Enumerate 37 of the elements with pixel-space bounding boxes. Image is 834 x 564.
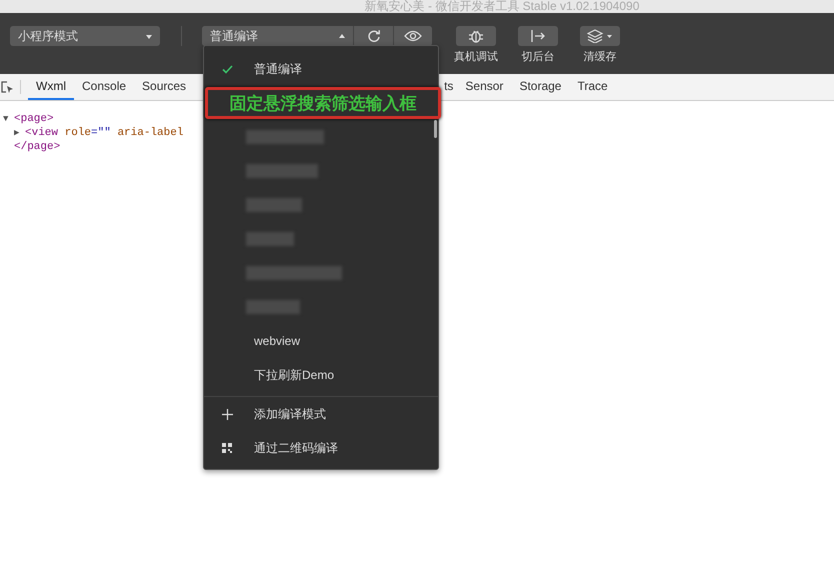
code-line: <page>: [14, 112, 54, 126]
eye-icon: [404, 30, 422, 42]
menu-item[interactable]: webview: [204, 324, 432, 358]
toolbar-label: 切后台: [522, 50, 554, 64]
tab[interactable]: Console: [74, 74, 134, 100]
compile-select[interactable]: 普通编译: [202, 26, 354, 46]
menu-item[interactable]: 普通编译: [204, 52, 432, 86]
layers-icon: [587, 29, 613, 43]
qr-code-icon: [222, 443, 232, 453]
menu-item[interactable]: 通过二维码编译: [204, 431, 432, 465]
toggle-arrow[interactable]: ▼: [3, 112, 14, 126]
mode-select[interactable]: 小程序模式: [10, 26, 160, 46]
menu-item[interactable]: 添加编译模式: [204, 397, 432, 431]
tab[interactable]: ts: [444, 74, 458, 100]
toolbar-button[interactable]: [456, 26, 496, 46]
tab[interactable]: Wxml: [28, 74, 74, 100]
tab[interactable]: Sensor: [457, 74, 512, 100]
toggle-arrow[interactable]: ▶: [14, 126, 25, 140]
toolbar-button[interactable]: [518, 26, 558, 46]
scrollbar-thumb[interactable]: [434, 120, 437, 138]
toolbar-button[interactable]: [580, 26, 620, 46]
tab[interactable]: Trace: [569, 74, 616, 100]
code-line: </page>: [14, 140, 60, 154]
tab[interactable]: Sources: [134, 74, 194, 100]
plus-icon: [222, 408, 233, 420]
code-line: <view role="" aria-label: [25, 126, 184, 140]
window-title: 新氧安心美 - 微信开发者工具 Stable v1.02.1904090: [364, 0, 640, 13]
preview-button[interactable]: [393, 26, 432, 46]
exit-arrow-icon: [530, 29, 546, 43]
inspect-icon[interactable]: [1, 80, 14, 94]
menu-item[interactable]: 下拉刷新Demo: [204, 358, 432, 392]
bug-icon: [468, 28, 484, 44]
toolbar-label: 清缓存: [584, 50, 616, 64]
refresh-icon: [366, 29, 380, 43]
tab[interactable]: Storage: [511, 74, 570, 100]
toolbar-label: 真机调试: [454, 50, 498, 64]
annotation-callout: 固定悬浮搜索筛选输入框: [205, 87, 441, 119]
